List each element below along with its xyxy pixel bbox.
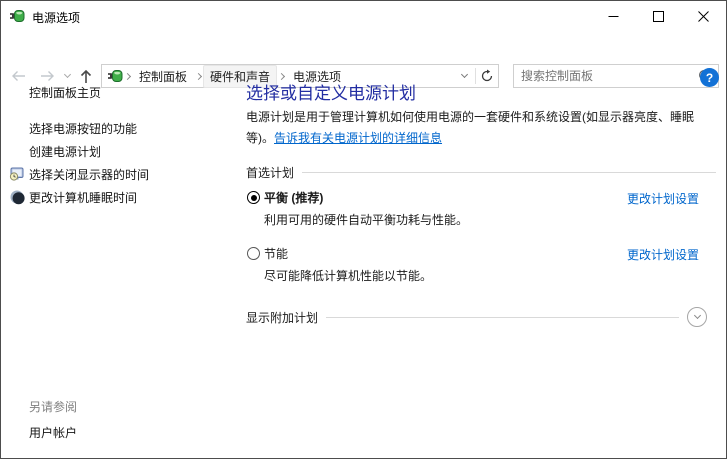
section-divider-line xyxy=(326,317,679,318)
window-controls xyxy=(591,1,726,31)
maximize-icon xyxy=(653,11,664,22)
close-button[interactable] xyxy=(681,1,726,31)
chevron-down-icon xyxy=(460,71,467,78)
sidebar-item-control-panel-home[interactable]: 控制面板主页 xyxy=(29,84,101,101)
navigation-toolbar: 控制面板 硬件和声音 电源选项 xyxy=(1,31,726,61)
minimize-button[interactable] xyxy=(591,1,636,31)
help-button[interactable]: ? xyxy=(700,68,719,87)
power-saver-plan-name[interactable]: 节能 xyxy=(264,245,288,262)
sidebar-item-user-accounts[interactable]: 用户帐户 xyxy=(29,424,77,441)
address-dropdown-button[interactable] xyxy=(453,65,475,87)
close-icon xyxy=(698,11,709,22)
preferred-plans-section-header: 首选计划 xyxy=(246,164,716,181)
refresh-button[interactable] xyxy=(476,65,498,87)
sidebar-item-create-plan[interactable]: 创建电源计划 xyxy=(29,143,101,160)
section-divider-line xyxy=(302,172,716,173)
learn-more-link[interactable]: 告诉我有关电源计划的详细信息 xyxy=(274,131,442,145)
search-input[interactable] xyxy=(514,66,692,86)
power-saver-plan-description: 尽可能降低计算机性能以节能。 xyxy=(264,267,432,284)
sleep-moon-icon xyxy=(9,189,25,205)
help-icon: ? xyxy=(706,71,713,85)
see-also-header: 另请参阅 xyxy=(29,398,77,415)
page-title: 选择或自定义电源计划 xyxy=(246,79,416,104)
sidebar-item-turn-off-display[interactable]: 选择关闭显示器的时间 xyxy=(29,166,149,183)
sidebar-item-computer-sleep[interactable]: 更改计算机睡眠时间 xyxy=(29,189,137,206)
search-box xyxy=(513,64,719,88)
balanced-plan-name[interactable]: 平衡 (推荐) xyxy=(264,189,323,206)
title-bar: 电源选项 xyxy=(1,1,726,31)
radio-power-saver-plan[interactable] xyxy=(247,247,260,260)
maximize-button[interactable] xyxy=(636,1,681,31)
power-options-icon xyxy=(9,8,25,24)
display-clock-icon xyxy=(9,166,25,182)
intro-paragraph: 电源计划是用于管理计算机如何使用电源的一套硬件和系统设置(如显示器亮度、睡眠等)… xyxy=(246,107,717,149)
change-plan-settings-link-balanced[interactable]: 更改计划设置 xyxy=(627,190,699,207)
power-options-window: 电源选项 xyxy=(0,0,727,459)
refresh-icon xyxy=(480,69,494,83)
task-pane: 控制面板主页 选择电源按钮的功能 创建电源计划 选择关闭显示器的时间 更改计算机… xyxy=(1,61,241,458)
minimize-icon xyxy=(608,11,619,22)
chevron-down-icon xyxy=(693,312,700,319)
additional-plans-section-header: 显示附加计划 xyxy=(246,307,707,327)
additional-plans-label: 显示附加计划 xyxy=(246,309,318,326)
sidebar-item-power-buttons[interactable]: 选择电源按钮的功能 xyxy=(29,120,137,137)
change-plan-settings-link-power-saver[interactable]: 更改计划设置 xyxy=(627,246,699,263)
balanced-plan-description: 利用可用的硬件自动平衡功耗与性能。 xyxy=(264,211,468,228)
window-title: 电源选项 xyxy=(32,9,80,26)
radio-balanced-plan[interactable] xyxy=(247,191,260,204)
preferred-plans-label: 首选计划 xyxy=(246,164,294,181)
show-additional-plans-expander[interactable] xyxy=(687,307,707,327)
